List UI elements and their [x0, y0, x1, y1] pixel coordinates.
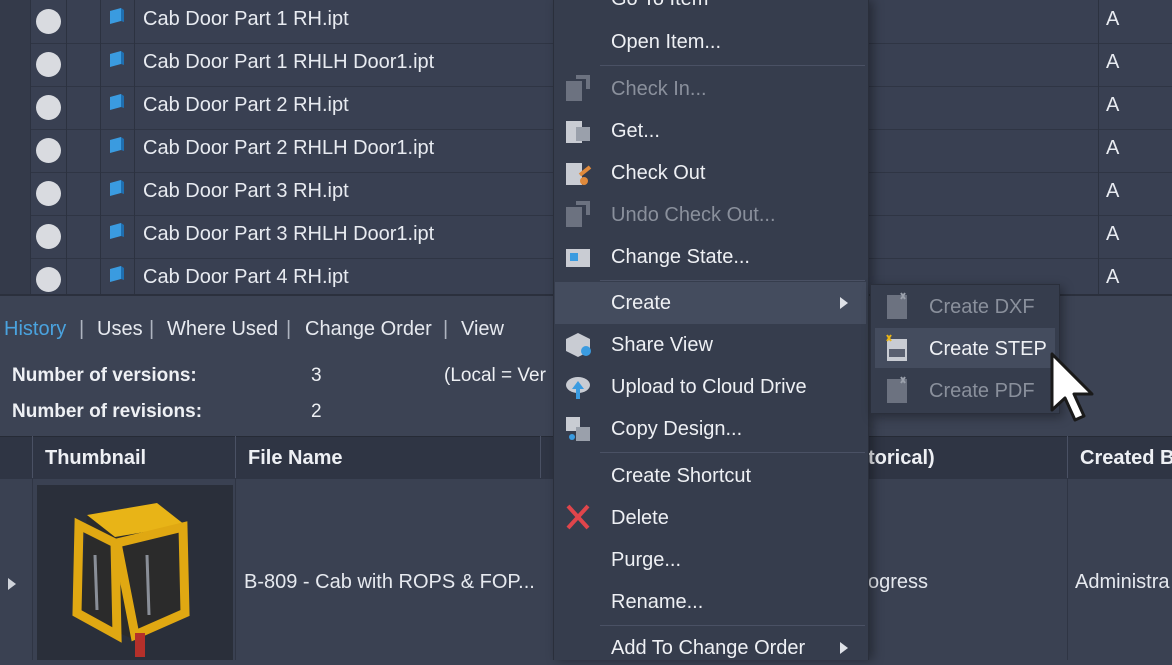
- submenu-arrow-icon: [840, 297, 848, 309]
- tab-separator: |: [79, 318, 85, 340]
- file-state: A: [1106, 180, 1120, 202]
- undo-check-out-icon: [566, 201, 590, 227]
- file-state: A: [1106, 137, 1120, 159]
- get-icon: [566, 121, 590, 143]
- versions-value: 3: [311, 365, 322, 386]
- part-file-icon: [110, 94, 124, 110]
- context-menu: [553, 0, 869, 660]
- part-file-icon: [110, 51, 124, 67]
- menu-item-check-out[interactable]: Check Out: [611, 162, 705, 185]
- cab-thumbnail-icon: [72, 503, 190, 657]
- menu-item-undo-check-out[interactable]: Undo Check Out...: [611, 204, 776, 227]
- history-created-by: Administra: [1075, 571, 1170, 593]
- menu-item-go-to-item[interactable]: Go To Item: [611, 0, 708, 11]
- tab-view[interactable]: View: [461, 318, 504, 341]
- menu-item-check-in[interactable]: Check In...: [611, 78, 707, 101]
- revisions-value: 2: [311, 401, 322, 422]
- check-in-icon: [566, 75, 590, 101]
- row-expand-icon[interactable]: [6, 576, 18, 592]
- status-dot-icon: [36, 224, 61, 249]
- part-file-icon: [110, 266, 124, 282]
- menu-item-get[interactable]: Get...: [611, 120, 660, 143]
- part-file-icon: [110, 8, 124, 24]
- column-header-thumbnail[interactable]: Thumbnail: [45, 447, 146, 470]
- upload-cloud-icon: [566, 377, 590, 399]
- menu-item-rename[interactable]: Rename...: [611, 591, 703, 614]
- column-header-state-historical[interactable]: torical): [868, 447, 935, 470]
- delete-icon: [566, 504, 590, 530]
- file-name: Cab Door Part 3 RH.ipt: [143, 180, 349, 202]
- thumbnail-image: [37, 485, 233, 660]
- revisions-label: Number of revisions:: [12, 401, 203, 422]
- menu-item-purge[interactable]: Purge...: [611, 549, 681, 572]
- file-state: A: [1106, 266, 1120, 288]
- create-step-icon: [886, 334, 907, 361]
- tab-history[interactable]: History: [4, 318, 66, 341]
- versions-label: Number of versions:: [12, 365, 197, 386]
- part-file-icon: [110, 137, 124, 153]
- create-dxf-icon: [887, 292, 907, 319]
- menu-item-open-item[interactable]: Open Item...: [611, 31, 721, 54]
- change-state-icon: [566, 249, 590, 267]
- menu-item-create-shortcut[interactable]: Create Shortcut: [611, 465, 751, 488]
- history-file-name: B-809 - Cab with ROPS & FOP...: [244, 571, 535, 593]
- file-state: A: [1106, 51, 1120, 73]
- local-version-note: (Local = Ver: [444, 365, 546, 386]
- copy-design-icon: [566, 417, 590, 441]
- column-header-file-name[interactable]: File Name: [248, 447, 342, 470]
- file-name: Cab Door Part 1 RHLH Door1.ipt: [143, 51, 435, 73]
- mouse-cursor-icon: [1050, 352, 1094, 422]
- status-dot-icon: [36, 138, 61, 163]
- file-state: A: [1106, 223, 1120, 245]
- submenu-item-create-pdf[interactable]: Create PDF: [929, 380, 1035, 403]
- file-name: Cab Door Part 3 RHLH Door1.ipt: [143, 223, 435, 245]
- menu-item-create[interactable]: Create: [611, 292, 671, 315]
- check-out-icon: [566, 163, 592, 185]
- create-pdf-icon: [887, 376, 907, 403]
- part-file-icon: [110, 180, 124, 196]
- menu-item-share-view[interactable]: Share View: [611, 334, 713, 357]
- file-state: A: [1106, 8, 1120, 30]
- file-state: A: [1106, 94, 1120, 116]
- menu-item-copy-design[interactable]: Copy Design...: [611, 418, 742, 441]
- tab-separator: |: [443, 318, 449, 340]
- column-header-created-by[interactable]: Created B: [1080, 447, 1172, 470]
- row-gutter: [0, 0, 31, 43]
- tab-change-order[interactable]: Change Order: [305, 318, 432, 341]
- file-name: Cab Door Part 2 RH.ipt: [143, 94, 349, 116]
- status-dot-icon: [36, 181, 61, 206]
- submenu-item-create-step[interactable]: Create STEP: [929, 338, 1047, 361]
- menu-highlight: [555, 282, 866, 324]
- tab-uses[interactable]: Uses: [97, 318, 143, 341]
- part-file-icon: [110, 223, 124, 239]
- status-dot-icon: [36, 9, 61, 34]
- submenu-arrow-icon: [840, 642, 848, 654]
- status-dot-icon: [36, 52, 61, 77]
- menu-item-delete[interactable]: Delete: [611, 507, 669, 530]
- file-name: Cab Door Part 2 RHLH Door1.ipt: [143, 137, 435, 159]
- submenu-item-create-dxf[interactable]: Create DXF: [929, 296, 1035, 319]
- tab-separator: |: [149, 318, 155, 340]
- file-name: Cab Door Part 4 RH.ipt: [143, 266, 349, 288]
- tab-separator: |: [286, 318, 292, 340]
- share-view-icon: [566, 333, 591, 357]
- file-name: Cab Door Part 1 RH.ipt: [143, 8, 349, 30]
- menu-item-upload-cloud-drive[interactable]: Upload to Cloud Drive: [611, 376, 807, 399]
- status-dot-icon: [36, 267, 61, 292]
- status-dot-icon: [36, 95, 61, 120]
- menu-item-add-to-change-order[interactable]: Add To Change Order: [611, 637, 805, 660]
- menu-item-change-state[interactable]: Change State...: [611, 246, 750, 269]
- tab-where-used[interactable]: Where Used: [167, 318, 278, 341]
- history-state: ogress: [868, 571, 929, 593]
